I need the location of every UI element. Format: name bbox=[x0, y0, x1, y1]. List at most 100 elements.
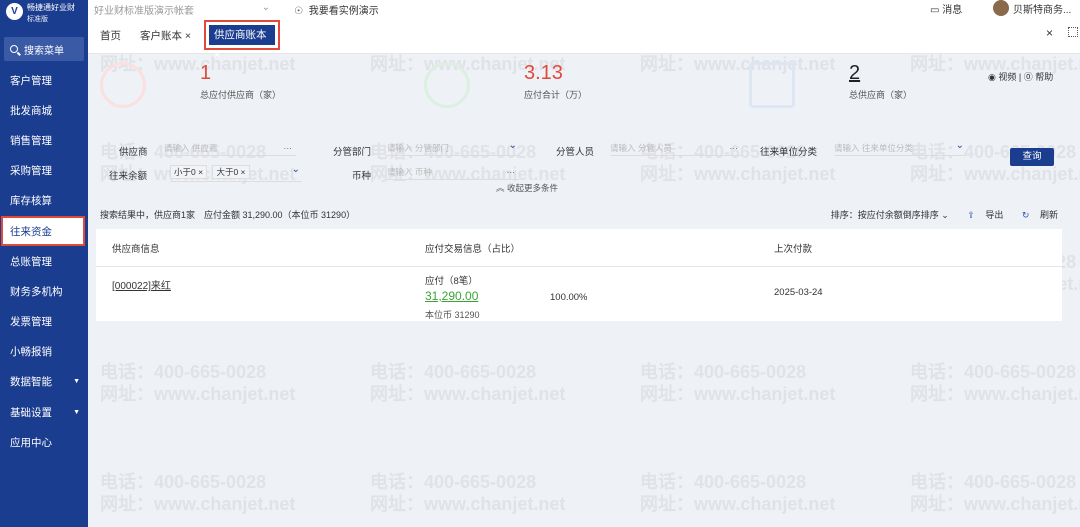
watermark-site: 网址：www.chanjet.net bbox=[370, 494, 566, 514]
sidebar-item-3[interactable]: 采购管理 bbox=[0, 156, 88, 186]
sidebar: V 畅捷通好业财 标准版 搜索菜单 客户管理 批发商城 销售管理 采购管理 库存核算 往来… bbox=[0, 0, 88, 527]
more-icon[interactable]: ··· bbox=[730, 141, 739, 155]
supplier-filter-input[interactable]: 请输入 供应商 ··· bbox=[164, 141, 296, 156]
sidebar-item-9[interactable]: 小畅报销 bbox=[0, 337, 88, 367]
balance-filter-input[interactable]: 小于0 × 大于0 × ⌄ bbox=[170, 163, 302, 182]
last-payment-date: 2025-03-24 bbox=[774, 287, 823, 298]
messages-button[interactable]: ▭ 消息 bbox=[930, 1, 962, 16]
search-menu-button[interactable]: 搜索菜单 bbox=[4, 37, 84, 61]
sidebar-item-8[interactable]: 发票管理 bbox=[0, 307, 88, 337]
currency-filter-input[interactable]: 请输入 币种 ··· bbox=[387, 165, 519, 180]
company-selector[interactable]: 好业财标准版演示帐套 ⌄ bbox=[88, 2, 278, 17]
chevron-down-icon[interactable]: ⌄ bbox=[292, 163, 300, 177]
supplier-table: 供应商信息 应付交易信息（占比） 上次付款 [000022]来红 应付（8笔） … bbox=[96, 229, 1062, 321]
store-stat-icon bbox=[749, 62, 795, 108]
payable-percent: 100.00% bbox=[550, 292, 588, 303]
chevron-down-icon[interactable]: ⌄ bbox=[509, 139, 517, 153]
sidebar-item-4[interactable]: 库存核算 bbox=[0, 186, 88, 216]
header-payable-info: 应付交易信息（占比） bbox=[425, 243, 521, 255]
header-last-payment: 上次付款 bbox=[774, 243, 813, 255]
staff-filter-label: 分管人员 bbox=[556, 147, 595, 158]
results-bar: 搜索结果中，供应商1家 应付金额 31,290.00（本位币 31290） 排序… bbox=[96, 206, 1062, 226]
help-links: ◉ 视频 | ⓪ 帮助 bbox=[988, 72, 1054, 82]
watermark-phone: 电话：400-665-0028 bbox=[370, 472, 537, 492]
logo-text: 畅捷通好业财 bbox=[27, 3, 75, 12]
tab-bar: 首页 客户账本 × 供应商账本 × × bbox=[88, 18, 1080, 61]
more-icon[interactable]: ··· bbox=[284, 141, 293, 155]
payable-stat-icon bbox=[424, 62, 470, 108]
category-filter-label: 往来单位分类 bbox=[760, 147, 818, 158]
help-link[interactable]: ⓪ 帮助 bbox=[1024, 72, 1054, 82]
collapse-filters-toggle[interactable]: ︽ 收起更多条件 bbox=[490, 181, 564, 195]
tab-home[interactable]: 首页 bbox=[100, 25, 121, 47]
watermark-phone: 电话：400-665-0028 bbox=[910, 362, 1077, 382]
close-all-tabs-icon[interactable]: × bbox=[1046, 26, 1053, 40]
results-summary: 搜索结果中，供应商1家 应付金额 31,290.00（本位币 31290） bbox=[100, 210, 356, 220]
refresh-button[interactable]: ↻ 刷新 bbox=[1014, 210, 1058, 220]
refresh-icon: ↻ bbox=[1021, 210, 1030, 220]
header-supplier-info: 供应商信息 bbox=[112, 243, 160, 255]
watermark-site: 网址：www.chanjet.net bbox=[640, 384, 836, 404]
watermark-phone: 电话：400-665-0028 bbox=[100, 472, 267, 492]
sidebar-item-10[interactable]: 数据智能 ▼ bbox=[0, 367, 88, 397]
video-link[interactable]: ◉ 视频 bbox=[988, 72, 1016, 82]
stat-payable-total: 3.13 应付合计（万） bbox=[524, 62, 588, 100]
chip-greater-than-zero[interactable]: 大于0 × bbox=[212, 165, 250, 179]
results-actions: 排序：按应付余额倒序排序 ⌄ ⇪ 导出 ↻ 刷新 bbox=[815, 208, 1058, 221]
table-row: [000022]来红 应付（8笔） 31,290.00 本位币 31290 10… bbox=[96, 267, 1062, 321]
sort-selector[interactable]: 排序：按应付余额倒序排序 ⌄ bbox=[823, 210, 949, 220]
table-header: 供应商信息 应付交易信息（占比） 上次付款 bbox=[96, 229, 1062, 267]
watermark-site: 网址：www.chanjet.net bbox=[100, 384, 296, 404]
department-filter-input[interactable]: 请输入 分管部门 ⌄ bbox=[387, 139, 519, 156]
search-icon bbox=[10, 45, 18, 53]
chevron-down-icon[interactable]: ⌄ bbox=[956, 139, 964, 153]
stat-payable-suppliers: 1 总应付供应商（家） bbox=[200, 62, 282, 100]
sidebar-item-0[interactable]: 客户管理 bbox=[0, 65, 88, 95]
filter-panel: 供应商 请输入 供应商 ··· 分管部门 请输入 分管部门 ⌄ 分管人员 请输入… bbox=[96, 128, 1062, 200]
balance-filter-label: 往来余额 bbox=[109, 171, 148, 182]
user-menu[interactable]: 贝斯特商务... bbox=[993, 0, 1071, 16]
sidebar-item-11[interactable]: 基础设置 ▼ bbox=[0, 397, 88, 427]
base-currency-amount: 本位币 31290 bbox=[425, 310, 480, 320]
staff-filter-input[interactable]: 请输入 分管人员 ··· bbox=[610, 141, 742, 156]
watermark-site: 网址：www.chanjet.net bbox=[640, 494, 836, 514]
caret-down-icon: ▼ bbox=[73, 378, 80, 386]
logo: V 畅捷通好业财 标准版 bbox=[0, 0, 88, 34]
avatar bbox=[993, 0, 1009, 16]
edition-label: 标准版 bbox=[27, 16, 48, 23]
caret-down-icon: ▼ bbox=[73, 408, 80, 416]
stat-total-suppliers[interactable]: 2 总供应商（家） bbox=[849, 62, 912, 112]
watermark-site: 网址：www.chanjet.net bbox=[910, 494, 1080, 514]
sidebar-item-12[interactable]: 应用中心 bbox=[0, 427, 88, 457]
category-filter-input[interactable]: 请输入 往来单位分类 ⌄ bbox=[834, 139, 966, 156]
payable-amount-link[interactable]: 31,290.00 bbox=[425, 289, 478, 303]
sidebar-item-6[interactable]: 总账管理 bbox=[0, 246, 88, 276]
supplier-link[interactable]: [000022]来红 bbox=[112, 277, 171, 292]
sidebar-item-5[interactable]: 往来资金 bbox=[1, 215, 85, 247]
close-icon[interactable]: × bbox=[185, 30, 191, 42]
stats-panel: 1 总应付供应商（家） 3.13 应付合计（万） 2 总供应商（家） ◉ 视频 … bbox=[96, 62, 1062, 112]
payable-type: 应付（8笔） bbox=[425, 276, 478, 287]
watermark-phone: 电话：400-665-0028 bbox=[370, 362, 537, 382]
tab-customer[interactable]: 客户账本 × bbox=[140, 25, 191, 47]
watermark-phone: 电话：400-665-0028 bbox=[640, 362, 807, 382]
demo-link[interactable]: ☉ 我要看实例演示 bbox=[278, 2, 379, 17]
query-button[interactable]: 查询 bbox=[1010, 148, 1054, 166]
watermark-phone: 电话：400-665-0028 bbox=[640, 472, 807, 492]
chevron-up-icon: ︽ bbox=[496, 183, 505, 193]
watermark-site: 网址：www.chanjet.net bbox=[100, 494, 296, 514]
sidebar-item-7[interactable]: 财务多机构 bbox=[0, 276, 88, 306]
logo-icon: V bbox=[6, 3, 23, 20]
export-icon: ⇪ bbox=[967, 210, 975, 220]
sidebar-item-1[interactable]: 批发商城 bbox=[0, 95, 88, 125]
export-button[interactable]: ⇪ 导出 bbox=[959, 210, 1003, 220]
message-icon: ▭ bbox=[930, 5, 940, 16]
topbar: 好业财标准版演示帐套 ⌄ ☉ 我要看实例演示 ▭ 消息 贝斯特商务... bbox=[88, 0, 1080, 18]
fullscreen-icon[interactable] bbox=[1068, 27, 1078, 37]
tab-supplier[interactable]: 供应商账本 × bbox=[204, 20, 280, 61]
sidebar-item-2[interactable]: 销售管理 bbox=[0, 125, 88, 155]
watermark-site: 网址：www.chanjet.net bbox=[910, 384, 1080, 404]
chip-less-than-zero[interactable]: 小于0 × bbox=[170, 165, 208, 179]
close-icon[interactable]: × bbox=[214, 49, 220, 61]
more-icon[interactable]: ··· bbox=[507, 165, 516, 179]
